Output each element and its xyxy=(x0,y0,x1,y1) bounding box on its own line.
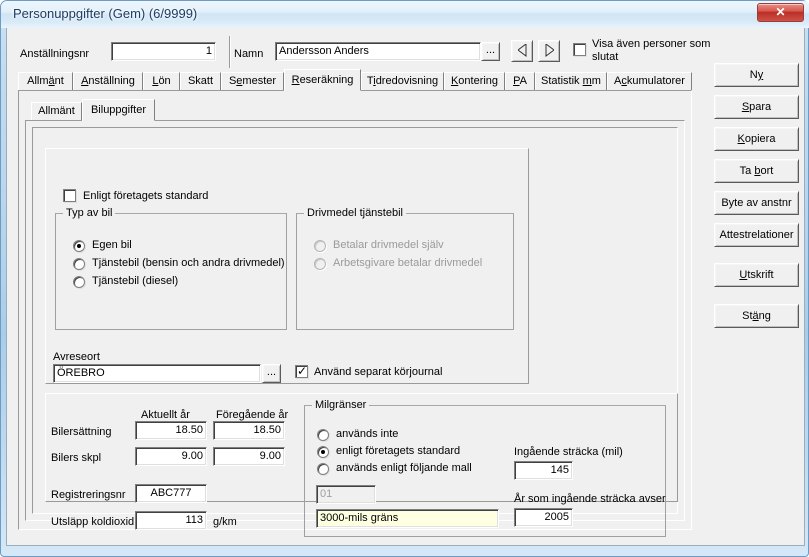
co2-unit-label: g/km xyxy=(213,516,237,528)
window-title: Personuppgifter (Gem) (6/9999) xyxy=(13,6,198,21)
bilers-skpl-previous-input[interactable]: 9.00 xyxy=(213,447,285,466)
button-attestrelationer[interactable]: Attestrelationer xyxy=(714,223,799,247)
col-header-current-year: Aktuellt år xyxy=(141,409,190,421)
button-spara[interactable]: Spara xyxy=(714,95,799,119)
radio-tjanstebil-bensin-label: Tjänstebil (bensin och andra drivmedel) xyxy=(92,257,285,269)
departure-input[interactable]: ÖREBRO xyxy=(53,364,261,383)
mileage-template-code-input[interactable]: 01 xyxy=(316,485,376,504)
tab-anstallning[interactable]: Anställning xyxy=(73,72,143,91)
radio-employer-pays-fuel-label: Arbetsgivare betalar drivmedel xyxy=(333,257,483,269)
tab-reserakning[interactable]: Reseräkning xyxy=(284,69,361,91)
radio-mileage-template-label: används enligt följande mall xyxy=(336,462,472,474)
name-label: Namn xyxy=(234,48,264,60)
tab-allmant[interactable]: Allmänt xyxy=(18,72,73,91)
check-icon: ✓ xyxy=(297,364,308,378)
radio-pays-own-fuel[interactable] xyxy=(314,240,326,252)
tab-skatt[interactable]: Skatt xyxy=(180,72,221,91)
company-standard-label: Enligt företagets standard xyxy=(83,190,209,202)
radio-dot xyxy=(77,244,81,248)
name-input[interactable]: Andersson Anders xyxy=(275,42,481,61)
opening-distance-label: Ingående sträcka (mil) xyxy=(514,446,623,458)
button-ny[interactable]: Ny xyxy=(714,63,799,87)
row-label-bilersattning: Bilersättning xyxy=(51,426,112,438)
bilers-skpl-current-input[interactable]: 9.00 xyxy=(135,447,207,466)
radio-dot xyxy=(321,450,325,454)
previous-record-button[interactable] xyxy=(511,40,533,62)
opening-distance-input[interactable]: 145 xyxy=(514,461,573,480)
departure-browse-button[interactable]: ... xyxy=(262,364,281,383)
button-byte-av-anstnr[interactable]: Byte av anstnr xyxy=(714,191,799,215)
client-area: Anställningsnr 1 Namn Andersson Anders .… xyxy=(6,28,805,546)
close-icon[interactable]: ✕ xyxy=(757,3,804,22)
radio-tjanstebil-diesel[interactable] xyxy=(73,276,85,288)
separate-logbook-label: Använd separat körjournal xyxy=(314,366,443,378)
company-standard-checkbox[interactable] xyxy=(63,189,76,202)
mileage-group: Milgränser används inte enligt företaget… xyxy=(304,399,666,537)
registration-label: Registreringsnr xyxy=(51,489,126,501)
car-type-group-title: Typ av bil xyxy=(63,207,116,219)
separate-logbook-checkbox[interactable]: ✓ xyxy=(295,365,308,378)
co2-input[interactable]: 113 xyxy=(135,511,207,530)
tab-tidredovisning[interactable]: Tidredovisning xyxy=(361,72,444,91)
departure-label: Avreseort xyxy=(53,351,100,363)
radio-employer-pays-fuel[interactable] xyxy=(314,258,326,270)
employee-no-input[interactable]: 1 xyxy=(111,42,216,61)
fuel-group: Drivmedel tjänstebil Betalar drivmedel s… xyxy=(296,207,514,330)
show-former-employees-label: Visa även personer som slutat xyxy=(592,38,711,63)
header-divider xyxy=(229,36,230,68)
radio-mileage-company-standard-label: enligt företagets standard xyxy=(336,445,461,457)
window-titlebar: Personuppgifter (Gem) (6/9999) ✕ xyxy=(1,1,809,28)
tab-pa[interactable]: PA xyxy=(505,72,535,91)
opening-year-label: År som ingående sträcka avser xyxy=(514,493,666,505)
tab-kontering[interactable]: Kontering xyxy=(444,72,505,91)
triangle-right-icon xyxy=(545,44,554,57)
car-type-group: Typ av bil Egen bil Tjänstebil (bensin o… xyxy=(55,207,287,330)
fuel-group-title: Drivmedel tjänstebil xyxy=(304,207,406,219)
bilersattning-previous-input[interactable]: 18.50 xyxy=(213,421,285,440)
button-utskrift[interactable]: Utskrift xyxy=(714,263,799,287)
employee-no-label: Anställningsnr xyxy=(20,48,90,60)
tab-ackumulatorer[interactable]: Ackumulatorer xyxy=(607,72,692,91)
radio-tjanstebil-diesel-label: Tjänstebil (diesel) xyxy=(92,275,179,287)
tab-statistik-mm[interactable]: Statistik mm xyxy=(535,72,607,91)
co2-label: Utsläpp koldioxid xyxy=(51,516,135,528)
radio-mileage-company-standard[interactable] xyxy=(317,446,329,458)
bilersattning-current-input[interactable]: 18.50 xyxy=(135,421,207,440)
row-label-bilers-skpl: Bilers skpl xyxy=(51,452,102,464)
radio-pays-own-fuel-label: Betalar drivmedel själv xyxy=(333,239,444,251)
triangle-left-icon xyxy=(517,44,526,57)
mileage-group-title: Milgränser xyxy=(312,399,370,411)
mileage-template-name-display: 3000-mils gräns xyxy=(316,509,499,528)
subtab-biluppgifter[interactable]: Biluppgifter xyxy=(82,99,155,121)
radio-tjanstebil-bensin[interactable] xyxy=(73,258,85,270)
button-kopiera[interactable]: Kopiera xyxy=(714,127,799,151)
col-header-previous-year: Föregående år xyxy=(216,409,289,421)
next-record-button[interactable] xyxy=(538,40,560,62)
radio-mileage-not-used[interactable] xyxy=(317,429,329,441)
button-ta-bort[interactable]: Ta bort xyxy=(714,159,799,183)
button-stang[interactable]: Stäng xyxy=(714,304,799,328)
radio-egen-bil[interactable] xyxy=(73,240,85,252)
radio-mileage-template[interactable] xyxy=(317,463,329,475)
radio-mileage-not-used-label: används inte xyxy=(336,428,399,440)
subtab-allmant[interactable]: Allmänt xyxy=(31,102,82,121)
radio-egen-bil-label: Egen bil xyxy=(92,239,132,251)
application-window: Personuppgifter (Gem) (6/9999) ✕ Anställ… xyxy=(0,0,809,557)
tab-semester[interactable]: Semester xyxy=(221,72,284,91)
tab-lon[interactable]: Lön xyxy=(143,72,180,91)
opening-year-input[interactable]: 2005 xyxy=(514,508,573,527)
name-browse-button[interactable]: ... xyxy=(481,42,500,61)
show-former-employees-checkbox[interactable] xyxy=(573,43,586,56)
registration-input[interactable]: ABC777 xyxy=(135,484,207,503)
